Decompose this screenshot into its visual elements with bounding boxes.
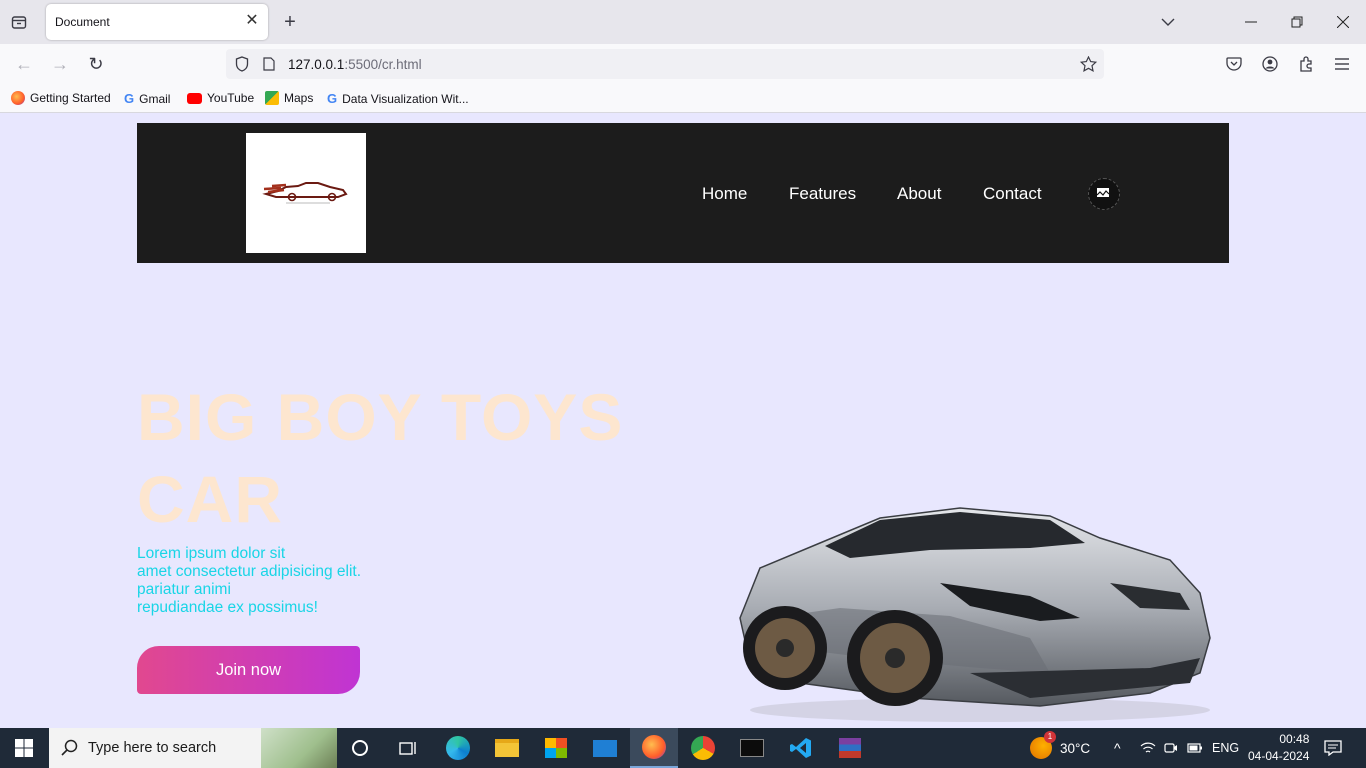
clock-date: 04-04-2024	[1248, 749, 1310, 763]
tab-title: Document	[55, 15, 110, 29]
youtube-icon	[187, 92, 202, 104]
bookmark-label: YouTube	[207, 91, 255, 105]
tab-document[interactable]: Document ✕	[46, 4, 268, 40]
bookmarks-bar: Getting Started G Gmail YouTube Maps G D…	[0, 84, 1366, 113]
nav-contact[interactable]: Contact	[983, 184, 1042, 204]
chrome-icon[interactable]	[679, 728, 727, 768]
site-header: Home Features About Contact	[137, 123, 1229, 263]
temperature: 30°C	[1060, 740, 1091, 756]
clock-time: 00:48	[1279, 732, 1310, 746]
vscode-icon[interactable]	[777, 728, 825, 768]
mail-icon[interactable]	[581, 728, 629, 768]
url-path: :5500/cr.html	[344, 57, 422, 72]
web-page: Home Features About Contact BIG BOY TOYS…	[0, 113, 1366, 728]
tab-list-icon[interactable]	[8, 11, 30, 33]
reload-icon[interactable]: ↻	[85, 53, 107, 75]
hero-text-line: Lorem ipsum dolor sit	[137, 545, 286, 562]
forward-icon[interactable]: →	[49, 53, 71, 75]
hero-title-line: BIG BOY TOYS	[137, 380, 624, 454]
page-icon[interactable]	[259, 54, 279, 74]
account-icon[interactable]	[1259, 53, 1281, 75]
hero-title: BIG BOY TOYS CAR	[137, 376, 697, 540]
nav-features[interactable]: Features	[789, 184, 856, 204]
menu-icon[interactable]	[1331, 53, 1353, 75]
cortana-icon[interactable]	[336, 728, 384, 768]
search-placeholder: Type here to search	[88, 740, 217, 756]
bookmark-label: Data Visualization Wit...	[342, 91, 469, 106]
address-bar[interactable]: 127.0.0.1:5500/cr.html	[226, 49, 1104, 79]
firefox-taskbar-icon[interactable]	[630, 728, 678, 768]
hero-text-line: repudiandae ex possimus!	[137, 599, 318, 616]
weather-badge: 1	[1044, 731, 1056, 743]
edge-icon[interactable]	[434, 728, 482, 768]
windows-start-button[interactable]	[0, 728, 48, 768]
restore-icon[interactable]	[1286, 11, 1308, 33]
search-icon	[61, 739, 78, 756]
shield-icon[interactable]	[232, 54, 252, 74]
firefox-icon	[11, 91, 25, 105]
hero-title-line: CAR	[137, 462, 283, 536]
new-tab-icon[interactable]: +	[279, 11, 301, 33]
terminal-icon[interactable]	[728, 728, 776, 768]
back-icon[interactable]: ←	[13, 53, 35, 75]
nav-about[interactable]: About	[897, 184, 941, 204]
bookmark-label: Maps	[284, 91, 314, 105]
hero-text-line: pariatur animi	[137, 581, 231, 598]
bookmark-data-visualization[interactable]: G Data Visualization Wit...	[327, 91, 469, 106]
bookmark-maps[interactable]: Maps	[265, 91, 313, 105]
sports-car-image	[739, 507, 1211, 722]
weather-icon: 1	[1030, 731, 1056, 759]
join-now-button[interactable]: Join now	[137, 646, 360, 694]
site-logo[interactable]	[246, 133, 366, 253]
language-indicator[interactable]: ENG	[1212, 728, 1239, 768]
broken-image-icon[interactable]	[1088, 178, 1120, 210]
windows-logo-icon	[15, 739, 33, 757]
url-host: 127.0.0.1	[288, 57, 345, 72]
maps-icon	[265, 91, 279, 105]
task-view-icon[interactable]	[384, 728, 432, 768]
bookmark-label: Getting Started	[30, 91, 111, 105]
hero-description: Lorem ipsum dolor sit amet consectetur a…	[137, 545, 361, 617]
bookmark-youtube[interactable]: YouTube	[187, 91, 254, 105]
bookmark-label: Gmail	[139, 91, 171, 106]
hero-text-line: amet consectetur adipisicing elit.	[137, 563, 362, 580]
car-logo-icon	[262, 182, 348, 204]
tab-bar: Document ✕ +	[0, 0, 1366, 44]
meet-now-icon[interactable]	[1164, 728, 1178, 768]
chevron-down-icon[interactable]	[1157, 11, 1179, 33]
battery-icon[interactable]	[1187, 728, 1203, 768]
close-icon[interactable]: ✕	[242, 11, 262, 31]
bookmark-getting-started[interactable]: Getting Started	[11, 91, 111, 105]
browser-window: Document ✕ + ← → ↻ 127.0.0.1:5500/cr.htm…	[0, 0, 1366, 113]
clock[interactable]: 00:48 04-04-2024	[1248, 728, 1309, 768]
taskbar: Type here to search 1 30°C ^ ENG 00:48 0…	[0, 728, 1366, 768]
weather-widget[interactable]: 1 30°C	[1030, 728, 1090, 768]
close-window-icon[interactable]	[1332, 11, 1354, 33]
microsoft-store-icon[interactable]	[532, 728, 580, 768]
taskbar-search[interactable]: Type here to search	[49, 728, 337, 768]
nav-home[interactable]: Home	[702, 184, 747, 204]
show-hidden-icons[interactable]: ^	[1114, 728, 1121, 768]
extensions-icon[interactable]	[1295, 53, 1317, 75]
google-icon: G	[327, 91, 338, 106]
winrar-icon[interactable]	[826, 728, 874, 768]
network-icon[interactable]	[1140, 728, 1156, 768]
bookmark-gmail[interactable]: G Gmail	[124, 91, 170, 106]
search-highlight-image	[261, 728, 337, 768]
file-explorer-icon[interactable]	[483, 728, 531, 768]
minimize-icon[interactable]	[1240, 11, 1262, 33]
pocket-icon[interactable]	[1223, 53, 1245, 75]
google-icon: G	[124, 91, 135, 106]
star-icon[interactable]	[1078, 54, 1098, 74]
notifications-icon[interactable]	[1324, 728, 1342, 768]
url-text[interactable]: 127.0.0.1:5500/cr.html	[288, 57, 422, 72]
